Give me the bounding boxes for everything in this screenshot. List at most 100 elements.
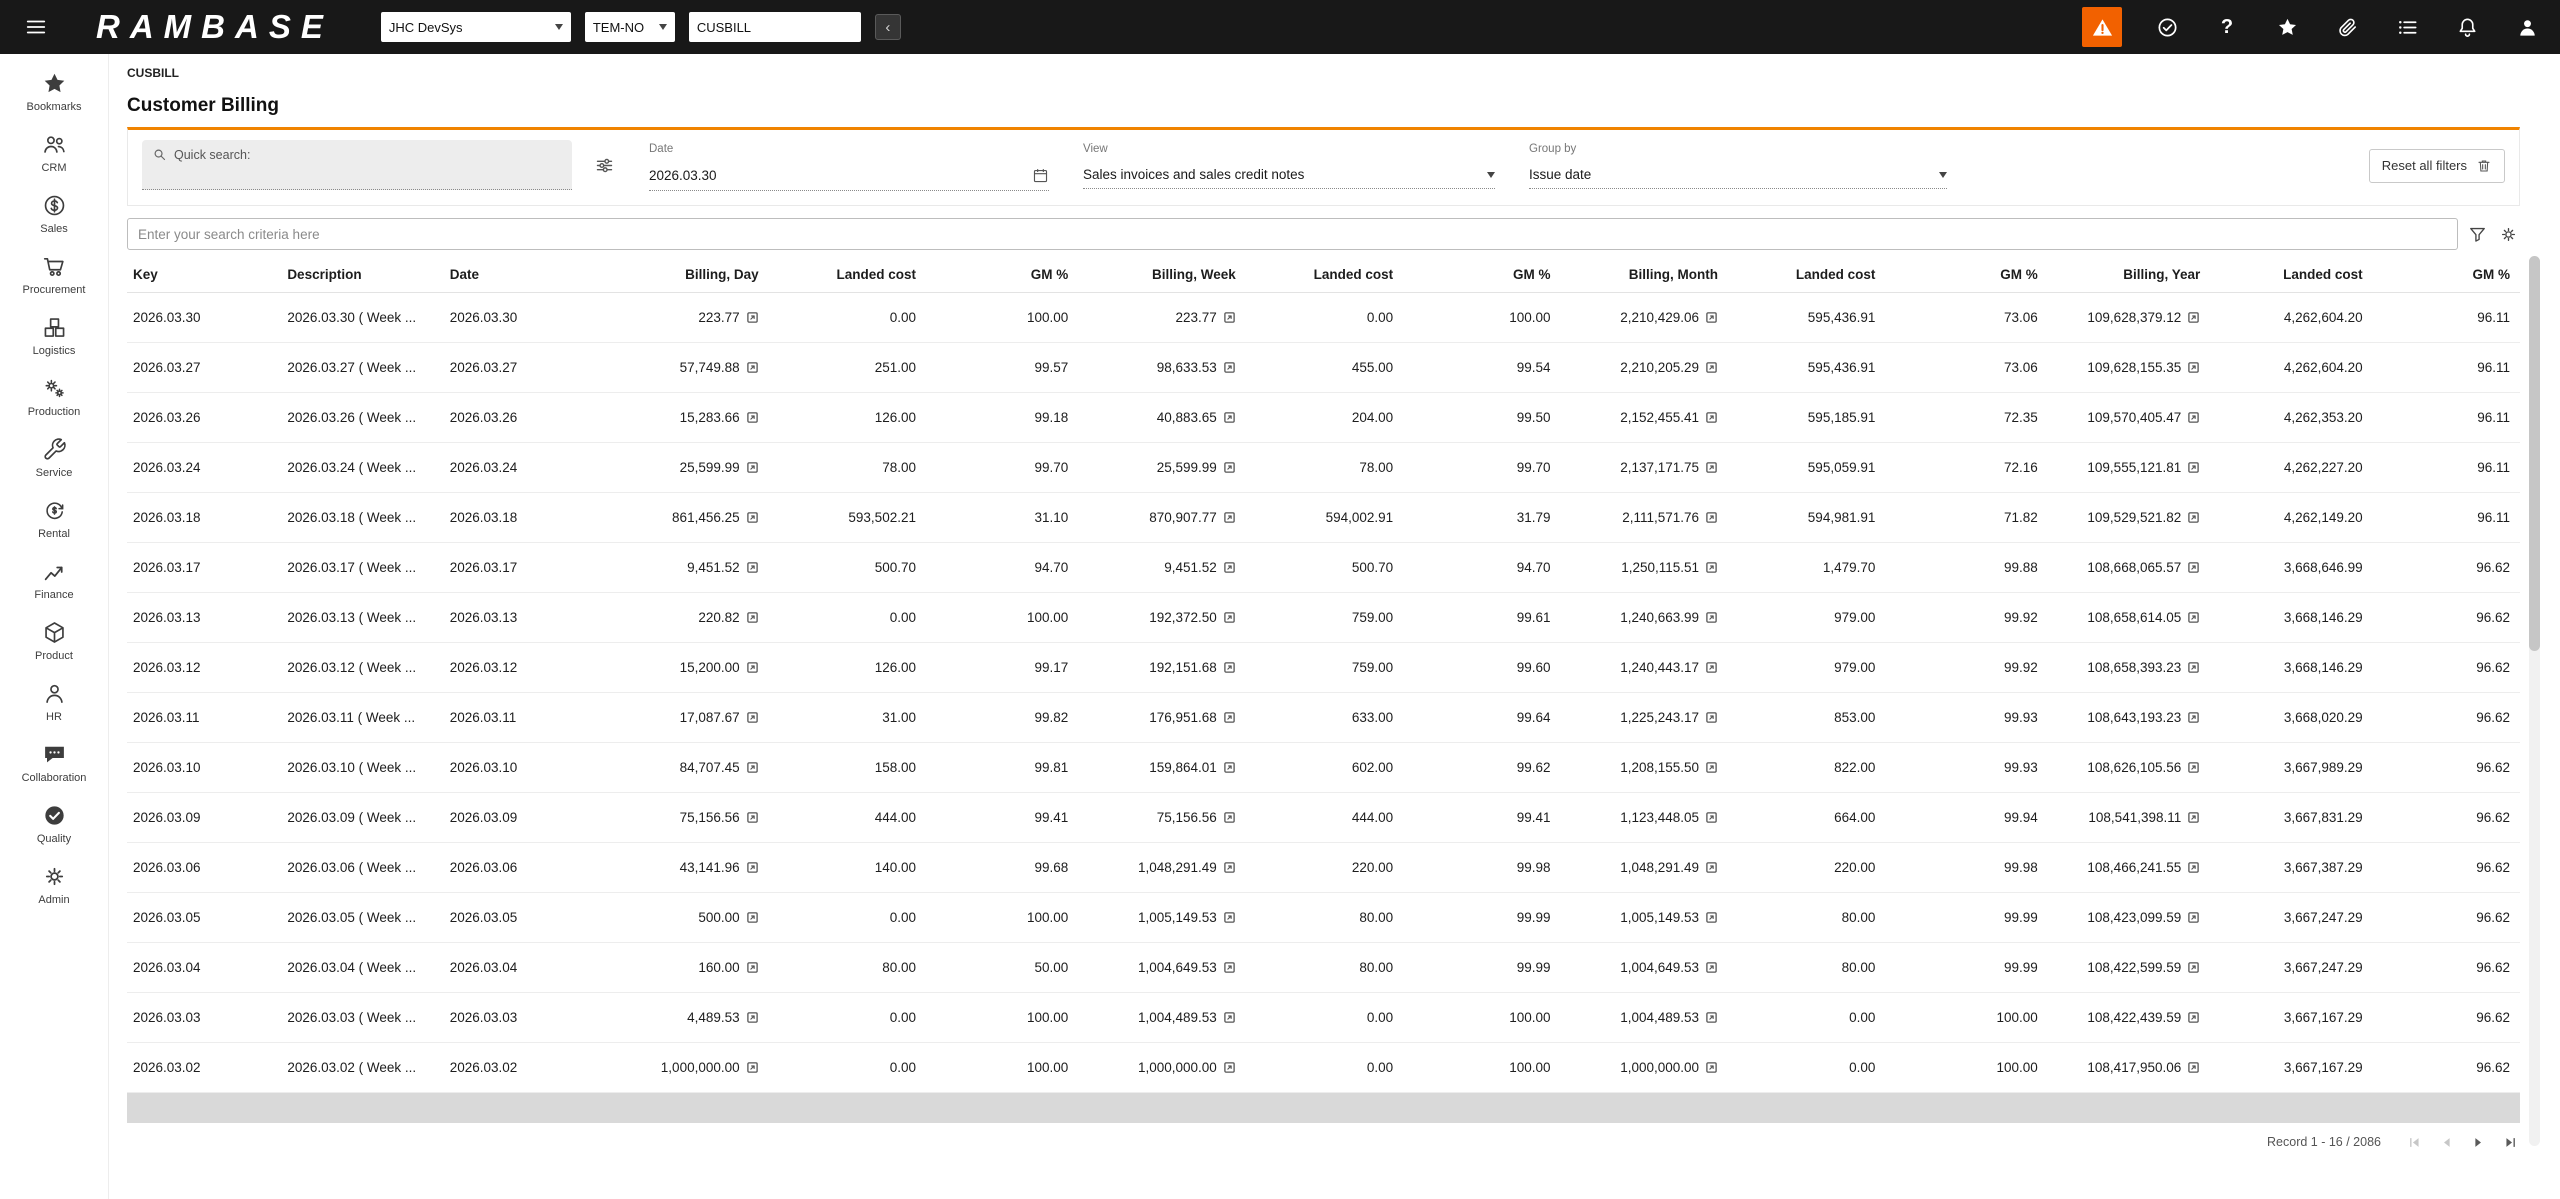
drilldown-icon[interactable] [2181, 310, 2200, 325]
cell-billing-month[interactable]: 1,225,243.17 [1560, 692, 1729, 743]
cell-billing-day[interactable]: 223.77 [575, 292, 769, 343]
user-icon[interactable] [2504, 0, 2550, 54]
drilldown-icon[interactable] [1699, 960, 1718, 975]
drilldown-icon[interactable] [740, 310, 759, 325]
sidebar-item-production[interactable]: Production [0, 367, 108, 428]
table-settings-button[interactable] [2497, 223, 2520, 246]
cell-billing-week[interactable]: 870,907.77 [1078, 492, 1246, 543]
sidebar-item-bookmarks[interactable]: Bookmarks [0, 62, 108, 123]
drilldown-icon[interactable] [1699, 860, 1718, 875]
cell-billing-day[interactable]: 861,456.25 [575, 492, 769, 543]
drilldown-icon[interactable] [740, 560, 759, 575]
drilldown-icon[interactable] [1217, 310, 1236, 325]
cell-billing-year[interactable]: 109,570,405.47 [2047, 392, 2211, 443]
table-row[interactable]: 2026.03.18 2026.03.18 ( Week ... 2026.03.1… [127, 492, 2520, 543]
table-row[interactable]: 2026.03.03 2026.03.03 ( Week ... 2026.03.0… [127, 992, 2520, 1043]
paperclip-icon[interactable] [2324, 0, 2370, 54]
cell-billing-month[interactable]: 2,152,455.41 [1560, 392, 1729, 443]
cell-billing-month[interactable]: 1,000,000.00 [1560, 1042, 1729, 1093]
drilldown-icon[interactable] [1217, 510, 1236, 525]
cell-billing-month[interactable]: 1,005,149.53 [1560, 892, 1729, 943]
cell-billing-week[interactable]: 159,864.01 [1078, 742, 1246, 793]
sidebar-item-crm[interactable]: CRM [0, 123, 108, 184]
cell-billing-month[interactable]: 1,123,448.05 [1560, 792, 1729, 843]
cell-billing-week[interactable]: 1,005,149.53 [1078, 892, 1246, 943]
notifications-bell-icon[interactable] [2444, 0, 2490, 54]
cell-billing-year[interactable]: 108,541,398.11 [2047, 792, 2211, 843]
table-row[interactable]: 2026.03.04 2026.03.04 ( Week ... 2026.03.0… [127, 942, 2520, 993]
drilldown-icon[interactable] [1699, 810, 1718, 825]
cell-billing-year[interactable]: 108,422,599.59 [2047, 942, 2211, 993]
drilldown-icon[interactable] [1699, 610, 1718, 625]
table-row[interactable]: 2026.03.05 2026.03.05 ( Week ... 2026.03.0… [127, 892, 2520, 943]
drilldown-icon[interactable] [1699, 560, 1718, 575]
cell-billing-day[interactable]: 220.82 [575, 592, 769, 643]
drilldown-icon[interactable] [1217, 560, 1236, 575]
drilldown-icon[interactable] [1699, 360, 1718, 375]
drilldown-icon[interactable] [1699, 460, 1718, 475]
sidebar-item-quality[interactable]: Quality [0, 794, 108, 855]
column-header-landed-cost[interactable]: Landed cost [1245, 258, 1404, 293]
sidebar-item-hr[interactable]: HR [0, 672, 108, 733]
cell-billing-week[interactable]: 192,372.50 [1078, 592, 1246, 643]
drilldown-icon[interactable] [1217, 960, 1236, 975]
cell-billing-month[interactable]: 1,240,443.17 [1560, 642, 1729, 693]
previous-page-icon[interactable] [2439, 1135, 2454, 1150]
drilldown-icon[interactable] [1217, 760, 1236, 775]
drilldown-icon[interactable] [2181, 810, 2200, 825]
cell-billing-day[interactable]: 15,200.00 [575, 642, 769, 693]
cell-billing-year[interactable]: 108,658,614.05 [2047, 592, 2211, 643]
cell-billing-week[interactable]: 98,633.53 [1078, 342, 1246, 393]
cell-billing-month[interactable]: 1,240,663.99 [1560, 592, 1729, 643]
cell-billing-day[interactable]: 4,489.53 [575, 992, 769, 1043]
drilldown-icon[interactable] [740, 810, 759, 825]
sidebar-item-admin[interactable]: Admin [0, 855, 108, 916]
drilldown-icon[interactable] [1699, 660, 1718, 675]
drilldown-icon[interactable] [2181, 410, 2200, 425]
drilldown-icon[interactable] [1217, 1010, 1236, 1025]
cell-billing-day[interactable]: 500.00 [575, 892, 769, 943]
cell-billing-year[interactable]: 108,658,393.23 [2047, 642, 2211, 693]
column-header-gm[interactable]: GM % [1885, 258, 2048, 293]
date-filter-value[interactable]: 2026.03.30 [649, 167, 1049, 191]
drilldown-icon[interactable] [1217, 610, 1236, 625]
task-list-icon[interactable] [2384, 0, 2430, 54]
group-by-filter-select[interactable]: Issue date [1529, 167, 1947, 189]
reset-all-filters-button[interactable]: Reset all filters [2368, 148, 2505, 183]
collapse-button[interactable]: ‹ [874, 14, 901, 40]
cell-billing-week[interactable]: 223.77 [1078, 292, 1246, 343]
drilldown-icon[interactable] [740, 760, 759, 775]
drilldown-icon[interactable] [1699, 510, 1718, 525]
drilldown-icon[interactable] [1699, 910, 1718, 925]
drilldown-icon[interactable] [1217, 710, 1236, 725]
drilldown-icon[interactable] [2181, 910, 2200, 925]
cell-billing-day[interactable]: 160.00 [575, 942, 769, 993]
filter-funnel-button[interactable] [2466, 223, 2489, 246]
drilldown-icon[interactable] [2181, 360, 2200, 375]
hamburger-menu-icon[interactable] [16, 0, 56, 54]
column-header-billing-day[interactable]: Billing, Day [575, 258, 769, 293]
column-header-billing-month[interactable]: Billing, Month [1560, 258, 1729, 293]
drilldown-icon[interactable] [2181, 510, 2200, 525]
cell-billing-year[interactable]: 108,668,065.57 [2047, 542, 2211, 593]
cell-billing-year[interactable]: 109,529,521.82 [2047, 492, 2211, 543]
column-header-landed-cost[interactable]: Landed cost [2210, 258, 2373, 293]
drilldown-icon[interactable] [2181, 660, 2200, 675]
drilldown-icon[interactable] [740, 910, 759, 925]
cell-billing-day[interactable]: 1,000,000.00 [575, 1042, 769, 1093]
drilldown-icon[interactable] [1699, 710, 1718, 725]
cell-billing-month[interactable]: 1,004,649.53 [1560, 942, 1729, 993]
drilldown-icon[interactable] [1699, 760, 1718, 775]
cell-billing-year[interactable]: 109,628,155.35 [2047, 342, 2211, 393]
table-row[interactable]: 2026.03.27 2026.03.27 ( Week ... 2026.03.2… [127, 342, 2520, 393]
table-row[interactable]: 2026.03.02 2026.03.02 ( Week ... 2026.03.0… [127, 1042, 2520, 1093]
cell-billing-year[interactable]: 108,643,193.23 [2047, 692, 2211, 743]
table-row[interactable]: 2026.03.12 2026.03.12 ( Week ... 2026.03.1… [127, 642, 2520, 693]
cell-billing-month[interactable]: 2,210,205.29 [1560, 342, 1729, 393]
column-header-gm[interactable]: GM % [925, 258, 1079, 293]
cell-billing-day[interactable]: 15,283.66 [575, 392, 769, 443]
drilldown-icon[interactable] [1217, 910, 1236, 925]
calendar-icon[interactable] [1032, 167, 1049, 184]
drilldown-icon[interactable] [2181, 1060, 2200, 1075]
sidebar-item-sales[interactable]: Sales [0, 184, 108, 245]
